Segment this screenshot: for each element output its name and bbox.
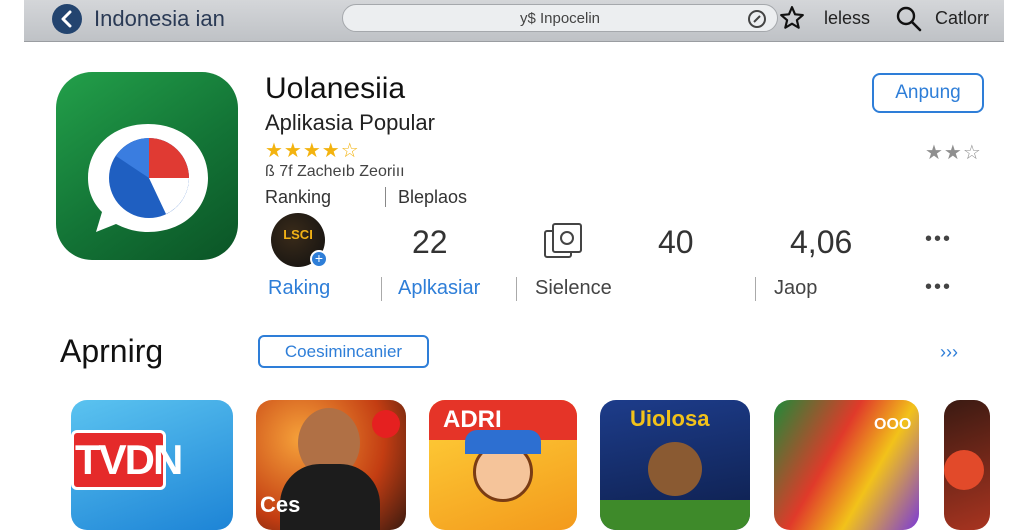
app-tile[interactable]: ADRI <box>429 400 577 530</box>
tile-art <box>648 442 702 496</box>
back-button[interactable] <box>52 4 82 34</box>
app-tile[interactable]: Uiolosa <box>600 400 750 530</box>
see-all-link[interactable]: ››› <box>940 342 958 363</box>
tile-title: TVDN <box>75 436 183 483</box>
clear-search-icon[interactable] <box>747 9 767 29</box>
divider <box>381 277 382 301</box>
more-icon[interactable]: ••• <box>925 228 952 251</box>
more-icon[interactable]: ••• <box>925 276 952 299</box>
rating-stars: ★★★★☆ <box>265 140 360 162</box>
app-subtitle: Aplikasia Popular <box>265 110 435 135</box>
tile-title: Uiolosa <box>630 406 710 431</box>
stat-number: 40 <box>658 224 694 260</box>
divider <box>516 277 517 301</box>
stat-label-raking[interactable]: Raking <box>268 277 330 300</box>
app-tile[interactable]: Ces <box>256 400 406 530</box>
window-title: Indonesia ian <box>94 6 225 31</box>
copy-icon <box>544 223 582 258</box>
app-icon <box>56 72 238 260</box>
search-input[interactable]: y$ Inpocelin <box>342 4 778 32</box>
app-meta: ß 7f Zacheıb Zeoriıı <box>265 163 405 180</box>
app-name: Uolanesiia <box>265 72 406 105</box>
tile-art <box>944 450 984 490</box>
tile-art <box>600 500 750 530</box>
search-icon[interactable] <box>896 6 922 32</box>
tile-title: OOO <box>874 416 912 433</box>
chat-bubble-icon <box>88 124 208 232</box>
top-link-leless[interactable]: leless <box>824 8 870 29</box>
divider <box>755 277 756 301</box>
stat-score: 4,06 <box>790 224 853 260</box>
app-tile[interactable] <box>944 400 990 530</box>
ranking-value: Bleplaos <box>398 187 468 207</box>
stat-label-jaop: Jaop <box>774 277 818 299</box>
stat-label-aplikasiar[interactable]: Aplkasiar <box>398 277 480 300</box>
divider <box>385 187 386 207</box>
star-icon[interactable] <box>779 5 805 31</box>
tile-art <box>465 430 541 454</box>
section-title: Aprnirg <box>60 333 164 369</box>
tile-title: Ces <box>260 492 301 517</box>
app-tile[interactable]: TVDN <box>71 400 233 530</box>
top-link-catlorr[interactable]: Catlorr <box>935 8 989 29</box>
tile-badge <box>372 410 400 438</box>
search-query: y$ Inpocelin <box>519 10 601 27</box>
app-tile[interactable]: OOO <box>774 400 919 530</box>
stat-count: 22 <box>412 224 448 260</box>
install-button[interactable]: Anpung <box>872 73 984 113</box>
top-bar: Indonesia ian y$ Inpocelin leless Catlor… <box>24 0 1004 42</box>
badge-text: LSCI <box>283 227 313 242</box>
plus-icon[interactable]: + <box>310 250 328 268</box>
filter-pill-button[interactable]: Coesimincanier <box>258 335 429 368</box>
user-rating-stars[interactable]: ★★☆ <box>925 140 982 165</box>
stat-label-sielence: Sielence <box>535 277 612 299</box>
chevron-left-icon <box>61 10 72 28</box>
ranking-label: Ranking <box>265 187 332 207</box>
see-all-label: ››› <box>940 342 958 362</box>
